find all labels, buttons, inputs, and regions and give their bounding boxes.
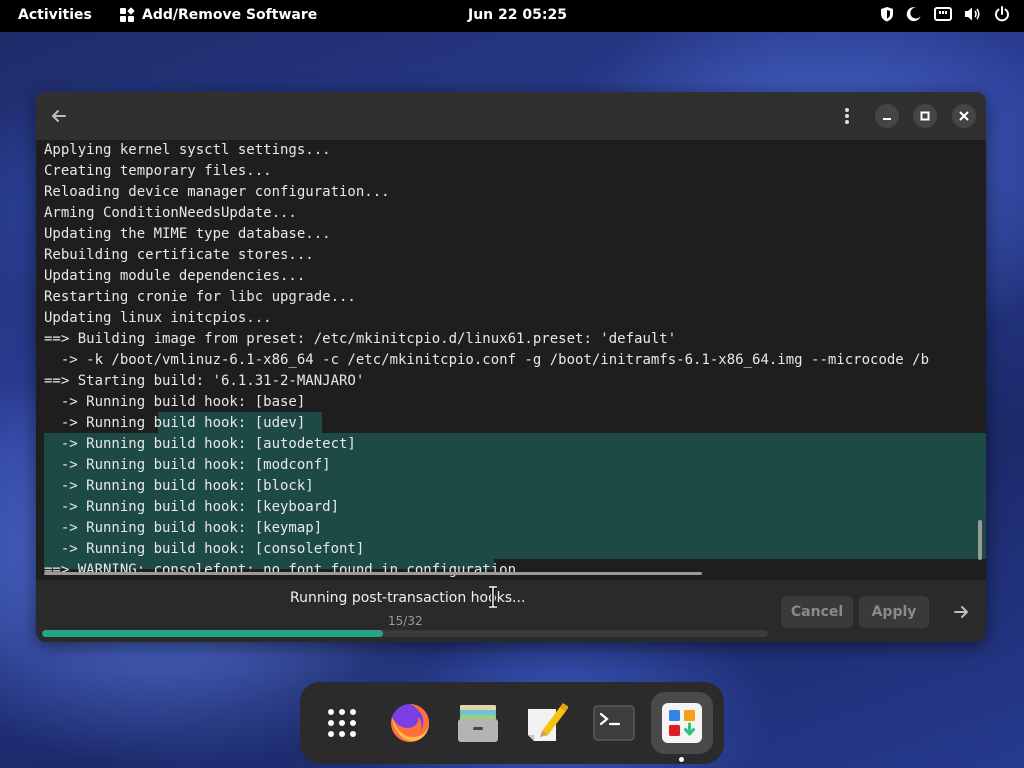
terminal-line: -> Running build hook: [udev]: [44, 415, 306, 431]
terminal-line: Rebuilding certificate stores...: [44, 247, 314, 263]
header-bar: [36, 92, 986, 140]
progress-count: 15/32: [388, 614, 423, 628]
terminal-line: -> Running build hook: [modconf]: [44, 457, 331, 473]
dock-item-files[interactable]: [447, 692, 509, 754]
software-icon: [662, 703, 702, 743]
terminal-line: -> Running build hook: [autodetect]: [44, 436, 356, 452]
network-icon: [934, 6, 952, 22]
terminal-line: Reloading device manager configuration..…: [44, 184, 390, 200]
running-indicator: [679, 757, 684, 762]
terminal-line: Updating the MIME type database...: [44, 226, 331, 242]
terminal-line: -> Running build hook: [base]: [44, 394, 306, 410]
terminal-line: Applying kernel sysctl settings...: [44, 142, 331, 158]
menu-button[interactable]: [836, 104, 858, 128]
terminal-line: Updating linux initcpios...: [44, 310, 272, 326]
terminal-line: ==> Starting build: '6.1.31-2-MANJARO': [44, 373, 365, 389]
terminal-line: -> Running build hook: [keyboard]: [44, 499, 340, 515]
terminal-line: Restarting cronie for libc upgrade...: [44, 289, 356, 305]
text-editor-icon: [528, 703, 568, 741]
dock-item-firefox[interactable]: [379, 692, 441, 754]
app-menu[interactable]: Add/Remove Software: [120, 7, 317, 23]
transaction-footer: Running post-transaction hooks... 15/32 …: [36, 580, 986, 642]
terminal-line: -> -k /boot/vmlinuz-6.1-x86_64 -c /etc/m…: [44, 352, 930, 368]
minimize-icon: [883, 118, 891, 120]
clock[interactable]: Jun 22 05:25: [468, 7, 567, 23]
app-grid-icon: [120, 7, 135, 22]
terminal-line: ==> Building image from preset: /etc/mki…: [44, 331, 677, 347]
terminal-line: -> Running build hook: [keymap]: [44, 520, 323, 536]
maximize-button[interactable]: [913, 104, 937, 128]
firefox-icon: [391, 704, 430, 742]
terminal-line: ==> WARNING: consolefont: no font found …: [44, 562, 517, 578]
terminal-line: -> Running build hook: [block]: [44, 478, 314, 494]
activities-button[interactable]: Activities: [18, 7, 92, 23]
maximize-icon: [920, 111, 930, 121]
terminal-output[interactable]: Applying kernel sysctl settings... Creat…: [36, 140, 986, 580]
apply-button[interactable]: Apply: [859, 596, 929, 628]
terminal-line: Updating module dependencies...: [44, 268, 306, 284]
terminal-line: -> Running build hook: [consolefont]: [44, 541, 365, 557]
system-tray[interactable]: [880, 6, 1010, 22]
shield-icon: [880, 6, 894, 22]
vertical-scrollbar[interactable]: [978, 520, 982, 560]
file-manager-icon: [458, 705, 498, 742]
power-icon: [994, 6, 1010, 22]
arrow-right-icon: [954, 606, 968, 618]
next-button[interactable]: [948, 596, 974, 628]
progress-bar: [42, 630, 768, 637]
top-bar: Activities Add/Remove Software Jun 22 05…: [0, 0, 1024, 32]
terminal-icon: [593, 705, 635, 741]
arrow-left-icon: [52, 110, 66, 122]
app-menu-label: Add/Remove Software: [142, 7, 318, 23]
terminal-line: Creating temporary files...: [44, 163, 272, 179]
volume-icon: [964, 6, 982, 22]
kebab-menu-icon: [845, 108, 849, 124]
minimize-button[interactable]: [875, 104, 899, 128]
dock-item-software[interactable]: [651, 692, 713, 754]
terminal-line: Arming ConditionNeedsUpdate...: [44, 205, 297, 221]
dock-item-text-editor[interactable]: [515, 692, 577, 754]
dock: [300, 682, 724, 764]
close-button[interactable]: [952, 104, 976, 128]
software-window: Applying kernel sysctl settings... Creat…: [36, 92, 986, 642]
horizontal-scrollbar[interactable]: [44, 572, 702, 575]
cancel-button[interactable]: Cancel: [781, 596, 853, 628]
progress-fill: [42, 630, 384, 637]
text-cursor-icon: [486, 585, 500, 612]
close-icon: [959, 111, 969, 121]
app-grid-icon: [328, 709, 356, 737]
night-light-icon: [906, 6, 922, 22]
dock-item-terminal[interactable]: [583, 692, 645, 754]
back-button[interactable]: [46, 104, 72, 128]
show-apps-button[interactable]: [311, 692, 373, 754]
